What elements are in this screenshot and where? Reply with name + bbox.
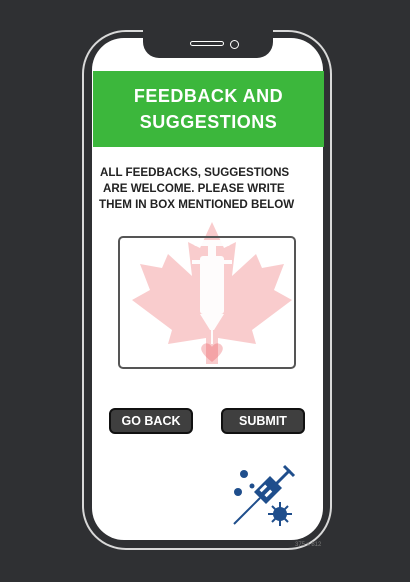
- instructions-line3: THEM IN BOX MENTIONED BELOW: [99, 198, 295, 211]
- instructions-line2: ARE WELCOME. PLEASE WRITE: [103, 182, 285, 195]
- instructions-text: ALL FEEDBACKS, SUGGESTIONS ARE WELCOME. …: [97, 165, 323, 213]
- feedback-textarea[interactable]: [118, 236, 296, 369]
- submit-button[interactable]: SUBMIT: [221, 408, 305, 434]
- instructions-line1: ALL FEEDBACKS, SUGGESTIONS: [100, 166, 290, 179]
- speaker-icon: [190, 41, 224, 46]
- camera-icon: [230, 40, 239, 49]
- page-header: FEEDBACK AND SUGGESTIONS: [93, 71, 324, 147]
- page-title-line1: FEEDBACK AND: [133, 86, 284, 106]
- dimensions-label: 375 x 812: [295, 542, 322, 548]
- page-title-line2: SUGGESTIONS: [139, 112, 278, 132]
- syringe-virus-icon: [233, 464, 296, 526]
- go-back-button[interactable]: GO BACK: [109, 408, 193, 434]
